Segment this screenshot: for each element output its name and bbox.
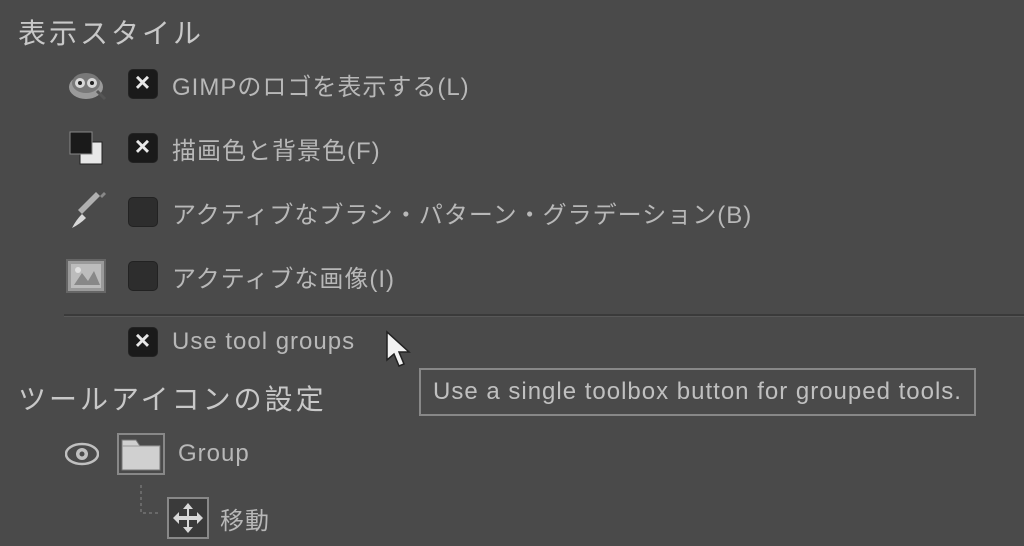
option-row-active-brush: アクティブなブラシ・パターン・グラデーション(B) [64,180,752,244]
active-image-checkbox[interactable] [128,261,158,291]
fg-bg-color-checkbox[interactable] [128,133,158,163]
tree-group-label: Group [178,440,250,468]
display-style-heading: 表示スタイル [18,12,204,52]
active-brush-label: アクティブなブラシ・パターン・グラデーション(B) [172,195,752,230]
tool-icon-heading-text: ツールアイコンの設定 [18,384,327,415]
visibility-eye-icon[interactable] [64,436,100,472]
tree-connector [116,495,166,541]
option-row-show-gimp-logo: GIMPのロゴを表示する(L) [64,52,470,116]
tree-move-label: 移動 [220,501,270,536]
option-row-active-image: アクティブな画像(I) [64,244,395,308]
show-gimp-logo-checkbox[interactable] [128,69,158,99]
folder-icon [116,431,166,477]
gimp-logo-icon [64,62,108,106]
tool-icon-heading: ツールアイコンの設定 [18,378,327,418]
option-row-fg-bg-color: 描画色と背景色(F) [64,116,381,180]
use-tool-groups-label: Use tool groups [172,328,355,356]
brush-icon [64,190,108,234]
fg-bg-color-label: 描画色と背景色(F) [172,131,381,166]
tooltip-text: Use a single toolbox button for grouped … [433,378,962,405]
use-tool-groups-tooltip: Use a single toolbox button for grouped … [419,368,976,416]
tree-row-group[interactable]: Group [64,426,250,482]
show-gimp-logo-label: GIMPのロゴを表示する(L) [172,67,470,102]
separator [64,314,1024,317]
fg-bg-color-icon [64,126,108,170]
move-tool-icon [166,496,210,540]
cursor-icon [385,330,415,377]
visibility-eye-slot-empty[interactable] [64,500,100,536]
use-tool-groups-checkbox[interactable] [128,327,158,357]
image-icon [64,254,108,298]
display-style-heading-text: 表示スタイル [18,18,204,49]
option-row-use-tool-groups: Use tool groups [128,318,355,366]
active-brush-checkbox[interactable] [128,197,158,227]
active-image-label: アクティブな画像(I) [172,259,395,294]
tree-row-move[interactable]: 移動 [64,490,270,546]
